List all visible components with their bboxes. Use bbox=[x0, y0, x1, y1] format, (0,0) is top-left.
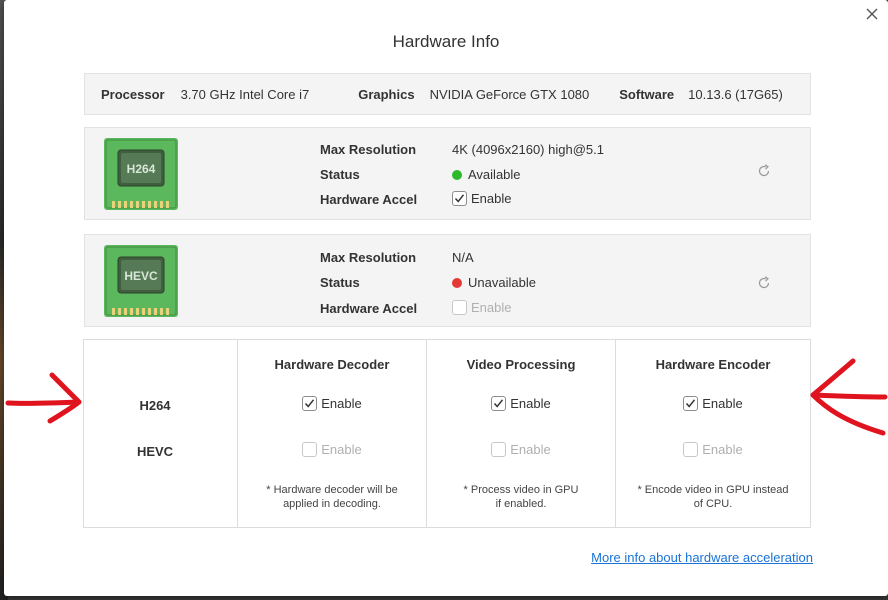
status-value-group: Unavailable bbox=[452, 275, 536, 290]
checkbox-label: Enable bbox=[702, 396, 743, 411]
decoder-hevc-checkbox[interactable]: Enable bbox=[238, 442, 426, 457]
column-note: * Process video in GPU if enabled. bbox=[427, 483, 615, 511]
status-value: Available bbox=[468, 167, 521, 182]
column-header: Hardware Encoder bbox=[655, 357, 771, 372]
column-note: * Encode video in GPU instead of CPU. bbox=[616, 483, 810, 511]
software-value: 10.13.6 (17G65) bbox=[688, 86, 783, 102]
close-button[interactable] bbox=[864, 6, 880, 22]
checkmark-icon bbox=[494, 399, 504, 408]
checkbox-label: Enable bbox=[321, 396, 362, 411]
chip-label: HEVC bbox=[124, 269, 158, 283]
checkbox[interactable] bbox=[452, 191, 467, 206]
chip-label: H264 bbox=[127, 162, 156, 176]
max-resolution-label: Max Resolution bbox=[320, 250, 417, 265]
note-line: applied in decoding. bbox=[283, 498, 381, 510]
status-label: Status bbox=[320, 167, 360, 182]
status-value-group: Available bbox=[452, 167, 521, 182]
column-header: Hardware Decoder bbox=[274, 357, 390, 372]
column-video-processing: Video Processing Enable Enable * Process… bbox=[426, 340, 615, 527]
status-label: Status bbox=[320, 275, 360, 290]
checkbox[interactable] bbox=[452, 300, 467, 315]
system-info-bar: Processor 3.70 GHz Intel Core i7 Graphic… bbox=[84, 73, 811, 115]
note-line: * Hardware decoder will be bbox=[266, 484, 398, 496]
checkbox[interactable] bbox=[302, 442, 318, 457]
codec-card-h264: H264 Max Resolution 4K (4096x2160) high@… bbox=[84, 127, 811, 220]
checkmark-icon bbox=[305, 399, 315, 408]
hardware-accel-label: Hardware Accel bbox=[320, 192, 418, 207]
row-label-hevc: HEVC bbox=[136, 444, 174, 459]
more-info-link[interactable]: More info about hardware acceleration bbox=[591, 550, 813, 565]
processing-hevc-checkbox[interactable]: Enable bbox=[427, 442, 615, 457]
status-unavailable-dot bbox=[452, 277, 462, 288]
checkbox[interactable] bbox=[491, 396, 507, 411]
chip-icon: HEVC bbox=[104, 245, 178, 317]
graphics-label: Graphics bbox=[358, 86, 415, 102]
hardware-accel-label: Hardware Accel bbox=[320, 301, 418, 316]
column-header: Video Processing bbox=[466, 357, 576, 372]
refresh-icon[interactable] bbox=[757, 276, 771, 290]
checkmark-icon bbox=[686, 399, 696, 408]
note-line: * Process video in GPU bbox=[463, 484, 579, 496]
dialog-title: Hardware Info bbox=[392, 32, 500, 51]
max-resolution-label: Max Resolution bbox=[320, 142, 417, 157]
processor-value: 3.70 GHz Intel Core i7 bbox=[180, 86, 310, 102]
chip-icon: H264 bbox=[104, 138, 178, 210]
annotation-arrow-right-icon bbox=[810, 358, 888, 436]
row-label-h264: H264 bbox=[139, 398, 171, 413]
codec-card-hevc: HEVC Max Resolution N/A Status Unavailab… bbox=[84, 234, 811, 327]
status-value: Unavailable bbox=[468, 275, 536, 290]
column-hardware-encoder: Hardware Encoder Enable Enable * Encode … bbox=[615, 340, 810, 527]
refresh-icon[interactable] bbox=[757, 164, 771, 178]
processor-label: Processor bbox=[101, 86, 165, 102]
status-available-dot bbox=[452, 169, 462, 180]
hardware-accel-checkbox-h264[interactable]: Enable bbox=[452, 191, 511, 206]
note-line: if enabled. bbox=[495, 498, 547, 510]
checkbox-label: Enable bbox=[471, 300, 512, 315]
graphics-value: NVIDIA GeForce GTX 1080 bbox=[429, 86, 590, 102]
column-note: * Hardware decoder will be applied in de… bbox=[238, 483, 426, 511]
processing-h264-checkbox[interactable]: Enable bbox=[427, 396, 615, 411]
checkbox-label: Enable bbox=[510, 396, 551, 411]
note-line: * Encode video in GPU instead bbox=[637, 484, 789, 496]
checkbox-label: Enable bbox=[702, 442, 743, 457]
note-line: of CPU. bbox=[693, 498, 733, 510]
acceleration-matrix: H264 HEVC Hardware Decoder Enable Enable… bbox=[83, 339, 811, 528]
max-resolution-value: N/A bbox=[452, 250, 474, 265]
checkbox[interactable] bbox=[683, 396, 699, 411]
column-hardware-decoder: Hardware Decoder Enable Enable * Hardwar… bbox=[237, 340, 426, 527]
checkbox-label: Enable bbox=[471, 191, 512, 206]
checkbox-label: Enable bbox=[510, 442, 551, 457]
software-label: Software bbox=[619, 86, 675, 102]
hardware-accel-checkbox-hevc[interactable]: Enable bbox=[452, 300, 511, 315]
checkbox[interactable] bbox=[491, 442, 507, 457]
close-icon bbox=[866, 8, 878, 20]
encoder-hevc-checkbox[interactable]: Enable bbox=[616, 442, 810, 457]
encoder-h264-checkbox[interactable]: Enable bbox=[616, 396, 810, 411]
checkbox[interactable] bbox=[302, 396, 318, 411]
max-resolution-value: 4K (4096x2160) high@5.1 bbox=[452, 142, 604, 157]
checkbox-label: Enable bbox=[321, 442, 362, 457]
checkmark-icon bbox=[454, 194, 465, 203]
hardware-info-dialog: Hardware Info Processor 3.70 GHz Intel C… bbox=[4, 0, 888, 596]
annotation-arrow-left-icon bbox=[5, 372, 82, 424]
checkbox[interactable] bbox=[683, 442, 699, 457]
decoder-h264-checkbox[interactable]: Enable bbox=[238, 396, 426, 411]
